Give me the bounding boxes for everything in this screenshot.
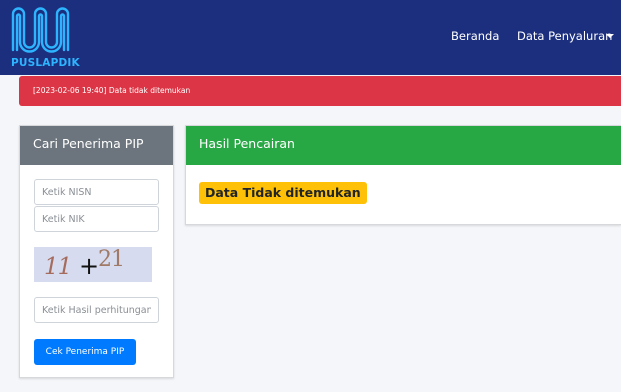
search-card-header: Cari Penerima PIP — [20, 126, 173, 165]
nik-input[interactable] — [34, 206, 159, 232]
puslapdik-logo-icon — [11, 7, 70, 53]
brand-logo[interactable]: PUSLAPDIK — [10, 4, 80, 72]
error-alert: [2023-02-06 19:40] Data tidak ditemukan — [19, 76, 621, 106]
results-card-header: Hasil Pencairan — [186, 126, 621, 165]
captcha-right-operand: 21 — [98, 247, 125, 272]
top-navbar: PUSLAPDIK Beranda Data Penyaluran — [0, 0, 621, 75]
nav-data-penyaluran-dropdown[interactable]: Data Penyaluran — [517, 29, 612, 43]
captcha-operator: + — [79, 252, 100, 280]
results-card-title: Hasil Pencairan — [199, 136, 295, 151]
status-badge: Data Tidak ditemukan — [199, 182, 367, 204]
search-card: Cari Penerima PIP 11 + 21 Cek Penerima P… — [19, 125, 174, 378]
nisn-input[interactable] — [34, 179, 159, 205]
brand-name: PUSLAPDIK — [11, 57, 80, 69]
captcha-left-operand: 11 — [44, 254, 72, 280]
alert-message: [2023-02-06 19:40] Data tidak ditemukan — [33, 86, 191, 95]
results-card: Hasil Pencairan Data Tidak ditemukan — [185, 125, 621, 225]
check-recipient-button[interactable]: Cek Penerima PIP — [34, 339, 136, 365]
nav-home-link[interactable]: Beranda — [451, 29, 499, 43]
chevron-down-icon[interactable] — [606, 34, 614, 38]
captcha-answer-input[interactable] — [34, 297, 159, 323]
search-card-title: Cari Penerima PIP — [33, 136, 144, 151]
captcha-image: 11 + 21 — [34, 247, 152, 282]
